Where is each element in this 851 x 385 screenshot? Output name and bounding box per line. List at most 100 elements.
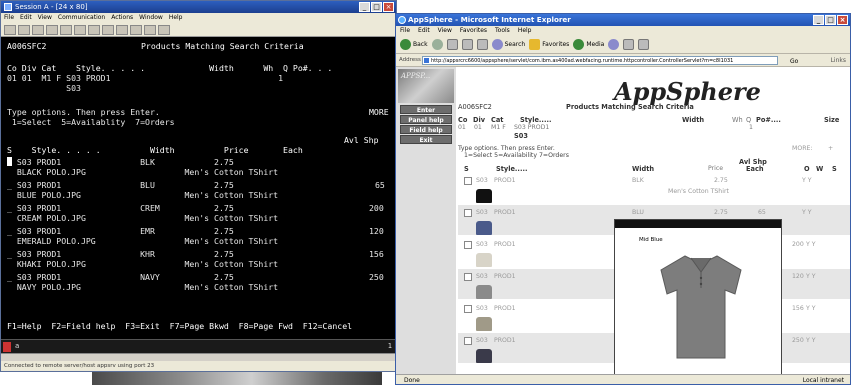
- select-checkbox[interactable]: [464, 177, 472, 185]
- row-prod: PROD1: [494, 337, 516, 344]
- mail-button[interactable]: [623, 39, 635, 50]
- row-prod: PROD1: [494, 241, 516, 248]
- row-desc: Men's Cotton TShirt: [668, 188, 729, 195]
- shirt-thumbnail[interactable]: [476, 349, 492, 363]
- enter-button[interactable]: Enter: [400, 105, 452, 114]
- menu-view[interactable]: View: [438, 26, 452, 36]
- row-ow: Y Y: [806, 337, 816, 344]
- print-icon[interactable]: [4, 25, 16, 35]
- close-button[interactable]: ×: [837, 15, 848, 25]
- media-button[interactable]: Media: [573, 39, 604, 50]
- shirt-thumbnail[interactable]: [476, 189, 492, 203]
- close-button[interactable]: ×: [383, 2, 394, 12]
- menu-window[interactable]: Window: [139, 13, 163, 23]
- minimize-button[interactable]: _: [359, 2, 370, 12]
- select-checkbox[interactable]: [464, 337, 472, 345]
- color-icon[interactable]: [88, 25, 100, 35]
- play-icon[interactable]: [130, 25, 142, 35]
- select-checkbox[interactable]: [464, 273, 472, 281]
- menu-actions[interactable]: Actions: [111, 13, 133, 23]
- minimize-button[interactable]: _: [813, 15, 824, 25]
- shirt-thumbnail[interactable]: [476, 317, 492, 331]
- quickmacro-icon[interactable]: [144, 25, 156, 35]
- terminal-screen[interactable]: A006SFC2 Products Matching Search Criter…: [1, 37, 396, 339]
- term-row-line1[interactable]: _ S03 PROD1 CREM 2.75: [7, 203, 234, 213]
- select-checkbox[interactable]: [464, 241, 472, 249]
- select-checkbox[interactable]: [464, 209, 472, 217]
- term-row-line1[interactable]: _ S03 PROD1 NAVY 2.75: [7, 272, 234, 282]
- home-button[interactable]: [476, 39, 488, 50]
- term-col-header: S Style. . . . . Width Price Each: [7, 145, 303, 155]
- horizontal-scrollbar[interactable]: [1, 353, 396, 361]
- paste-icon[interactable]: [32, 25, 44, 35]
- help-icon[interactable]: [158, 25, 170, 35]
- menu-edit[interactable]: Edit: [418, 26, 430, 36]
- maximize-button[interactable]: □: [825, 15, 836, 25]
- panel-help-button[interactable]: Panel help: [400, 115, 452, 124]
- hdr-size: Size: [824, 116, 840, 124]
- search-button[interactable]: Search: [491, 39, 525, 50]
- row-prod: PROD1: [494, 305, 516, 312]
- search-icon: [491, 39, 503, 50]
- menu-help[interactable]: Help: [169, 13, 183, 23]
- back-button[interactable]: Back: [400, 39, 428, 50]
- term-row-line2: NAVY POLO.JPG Men's Cotton TShirt: [7, 282, 279, 292]
- print-button[interactable]: [638, 39, 650, 50]
- val-style2: S03: [514, 132, 528, 140]
- terminal-menu-bar: File Edit View Communication Actions Win…: [1, 13, 396, 23]
- term-row-line1[interactable]: S03 PROD1 BLK 2.75: [7, 157, 234, 167]
- menu-file[interactable]: File: [4, 13, 14, 23]
- row-style: S03: [476, 273, 488, 280]
- select-checkbox[interactable]: [464, 305, 472, 313]
- exit-button[interactable]: Exit: [400, 135, 452, 144]
- favorites-button[interactable]: Favorites: [529, 39, 569, 50]
- shirt-thumbnail[interactable]: [476, 221, 492, 235]
- oia-input-indicator: a: [15, 342, 20, 350]
- shirt-thumbnail[interactable]: [476, 253, 492, 267]
- receive-icon[interactable]: [60, 25, 72, 35]
- links-button[interactable]: Links: [831, 54, 846, 67]
- field-help-button[interactable]: Field help: [400, 125, 452, 134]
- refresh-button[interactable]: [461, 39, 473, 50]
- hdr-q: Q: [746, 116, 752, 124]
- row-ow: Y Y: [806, 273, 816, 280]
- term-row-line1[interactable]: _ S03 PROD1 KHR 2.75: [7, 249, 234, 259]
- val-co: 01: [458, 124, 466, 131]
- hdr-cat: Cat: [491, 116, 504, 124]
- term-row-line1[interactable]: _ S03 PROD1 EMR 2.75: [7, 226, 234, 236]
- menu-tools[interactable]: Tools: [495, 26, 510, 36]
- col-s2: S: [832, 165, 837, 173]
- menu-edit[interactable]: Edit: [20, 13, 32, 23]
- menu-view[interactable]: View: [38, 13, 52, 23]
- address-input[interactable]: http://appsrcrc6600/appsphere/servlet/co…: [422, 56, 778, 65]
- stop-button[interactable]: [446, 39, 458, 50]
- col-s: S: [464, 165, 469, 173]
- browser-window: AppSphere - Microsoft Internet Explorer …: [395, 13, 851, 385]
- star-icon: [529, 39, 541, 50]
- record-icon[interactable]: [116, 25, 128, 35]
- stop-icon: [446, 39, 458, 50]
- terminal-title-bar[interactable]: Session A - [24 x 80] _ □ ×: [1, 1, 396, 13]
- maximize-button[interactable]: □: [371, 2, 382, 12]
- browser-title-bar[interactable]: AppSphere - Microsoft Internet Explorer …: [396, 14, 850, 26]
- more-indicator: MORE:: [792, 145, 813, 152]
- browser-content: APPSP... Enter Panel help Field help Exi…: [396, 67, 850, 374]
- map-icon[interactable]: [102, 25, 114, 35]
- options-legend: 1=Select 5=Availability 7=Orders: [464, 152, 569, 159]
- send-icon[interactable]: [46, 25, 58, 35]
- menu-favorites[interactable]: Favorites: [460, 26, 487, 36]
- shirt-thumbnail[interactable]: [476, 285, 492, 299]
- menu-file[interactable]: File: [400, 26, 410, 36]
- history-button[interactable]: [608, 39, 620, 50]
- menu-help[interactable]: Help: [518, 26, 532, 36]
- term-row-line1[interactable]: _ S03 PROD1 BLU 2.75: [7, 180, 234, 190]
- menu-communication[interactable]: Communication: [58, 13, 105, 23]
- row-price: 2.75: [714, 177, 728, 184]
- print-icon: [638, 39, 650, 50]
- forward-button[interactable]: [431, 39, 443, 50]
- row-prod: PROD1: [494, 177, 516, 184]
- refresh-icon: [461, 39, 473, 50]
- oia-cursor-position: 1: [387, 342, 392, 350]
- copy-icon[interactable]: [18, 25, 30, 35]
- display-icon[interactable]: [74, 25, 86, 35]
